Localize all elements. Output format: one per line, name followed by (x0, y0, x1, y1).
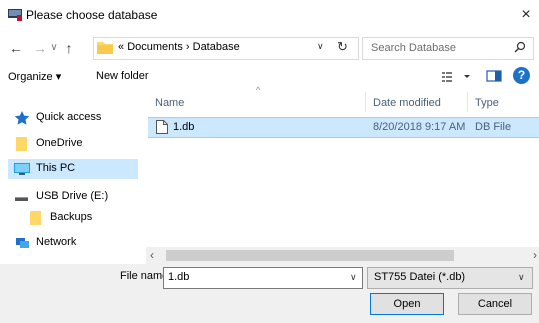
refresh-icon[interactable]: ↻ (337, 39, 348, 55)
drive-icon (15, 197, 28, 201)
sidebar-item-label: Network (36, 236, 77, 248)
filename-value: 1.db (168, 271, 190, 283)
search-input[interactable]: Search Database (362, 37, 534, 60)
recent-locations-chevron-icon[interactable]: ∨ (49, 38, 59, 58)
title-bar: Please choose database × (0, 0, 539, 30)
folder-icon (97, 42, 113, 54)
help-icon[interactable]: ? (513, 67, 530, 84)
breadcrumb-database[interactable]: Database (193, 41, 240, 53)
breadcrumb-documents[interactable]: Documents (127, 41, 183, 53)
view-options-icon[interactable] (440, 67, 474, 85)
breadcrumb: « Documents › Database (118, 41, 240, 53)
sidebar-item-label: Backups (50, 211, 93, 223)
window-title: Please choose database (26, 8, 158, 22)
sidebar-item-quick-access[interactable]: Quick access (14, 108, 132, 128)
breadcrumb-overflow[interactable]: « (118, 41, 124, 53)
address-dropdown-icon[interactable]: ∨ (317, 41, 324, 52)
sidebar-item-onedrive[interactable]: OneDrive (14, 134, 132, 154)
preview-pane-icon[interactable] (486, 68, 502, 84)
file-type: DB File (475, 121, 512, 133)
search-placeholder: Search Database (371, 42, 456, 54)
new-folder-button[interactable]: New folder (96, 70, 149, 82)
organize-menu[interactable]: Organize ▾ (8, 70, 61, 83)
column-divider[interactable] (467, 92, 468, 112)
column-header-type[interactable]: Type (475, 97, 499, 109)
sidebar-item-label: USB Drive (E:) (36, 190, 109, 202)
up-arrow-icon[interactable]: ↑ (61, 38, 77, 58)
back-arrow-icon[interactable]: ← (8, 38, 24, 58)
monitor-icon (14, 163, 30, 175)
sidebar-item-label: Quick access (36, 111, 102, 123)
scrollbar-thumb[interactable] (166, 250, 454, 261)
folder-icon (16, 137, 27, 151)
sidebar-item-backups[interactable]: Backups (28, 208, 146, 228)
cancel-button[interactable]: Cancel (458, 293, 532, 315)
filetype-dropdown-icon[interactable]: ∨ (518, 272, 525, 283)
forward-arrow-icon[interactable]: → (32, 38, 48, 58)
filetype-select[interactable]: ST755 Datei (*.db) ∨ (367, 267, 533, 289)
file-row[interactable]: 1.db 8/20/2018 9:17 AM DB File (148, 117, 539, 138)
column-header-name[interactable]: Name (155, 97, 184, 109)
folder-icon (30, 211, 41, 225)
scroll-right-icon[interactable]: › (533, 248, 537, 262)
column-divider[interactable] (365, 92, 366, 112)
filename-input[interactable]: 1.db ∨ (163, 267, 363, 289)
close-button[interactable]: × (515, 4, 537, 26)
file-icon (156, 120, 168, 134)
sidebar-item-label: OneDrive (36, 137, 83, 149)
open-button[interactable]: Open (370, 293, 444, 315)
sidebar-item-usb-drive[interactable]: USB Drive (E:) (14, 187, 132, 207)
search-icon[interactable] (514, 41, 526, 53)
filetype-value: ST755 Datei (*.db) (374, 271, 466, 283)
star-icon (14, 111, 30, 125)
file-name: 1.db (173, 121, 195, 133)
sidebar-item-label: This PC (36, 162, 76, 174)
horizontal-scrollbar[interactable]: ‹ › (146, 247, 539, 264)
app-icon (8, 9, 22, 21)
scroll-left-icon[interactable]: ‹ (150, 248, 154, 262)
filename-dropdown-icon[interactable]: ∨ (350, 272, 357, 283)
sort-ascending-icon: ^ (256, 85, 261, 95)
file-date-modified: 8/20/2018 9:17 AM (373, 121, 466, 133)
network-icon (16, 238, 29, 248)
sidebar-item-this-pc[interactable]: This PC (8, 159, 138, 179)
column-header-date-modified[interactable]: Date modified (373, 97, 441, 109)
sidebar-item-network[interactable]: Network (14, 233, 132, 253)
address-bar[interactable]: « Documents › Database ∨ ↻ (93, 37, 359, 60)
breadcrumb-separator: › (185, 41, 190, 53)
